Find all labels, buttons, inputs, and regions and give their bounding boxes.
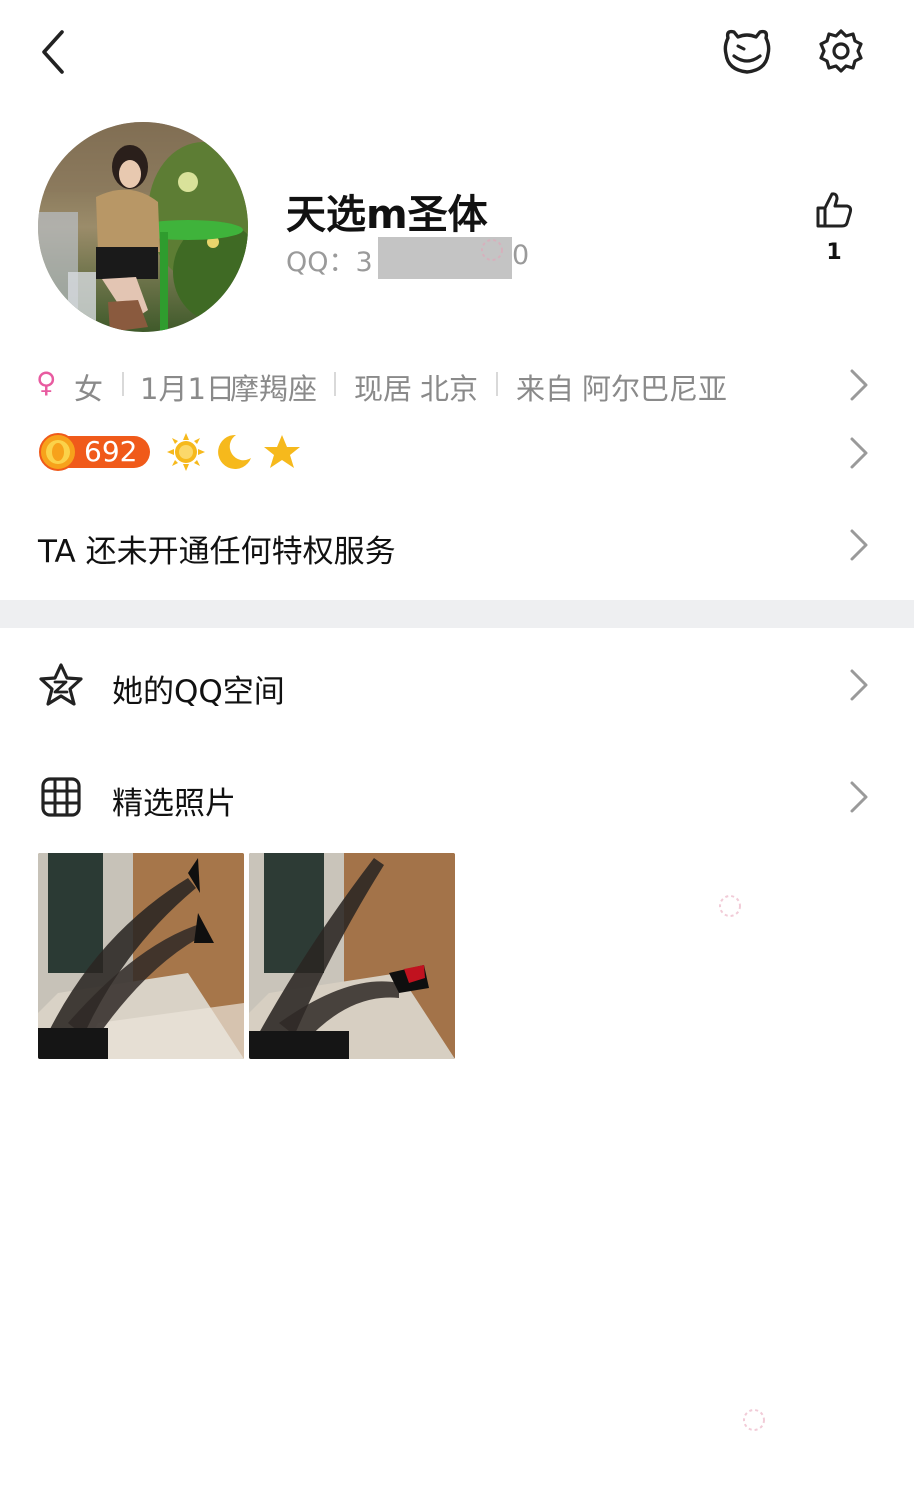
section-divider <box>0 600 914 628</box>
gender-text: 女 <box>74 372 104 406</box>
grid-icon <box>41 777 81 817</box>
hometown: 阿尔巴尼亚 <box>582 372 728 406</box>
chevron-right-icon <box>848 780 870 814</box>
privilege-text: TA 还未开通任何特权服务 <box>38 534 396 570</box>
avatar-photo <box>38 122 248 332</box>
chevron-right-icon <box>848 668 870 702</box>
star-icon <box>264 435 300 468</box>
thumbs-up-icon <box>816 192 853 228</box>
profile-info-row[interactable]: ♀ 女 1月1日 摩羯座 现居 北京 来自 阿尔巴尼亚 <box>0 356 914 416</box>
level-row[interactable]: 692 <box>0 426 914 482</box>
photo-image <box>38 853 244 1059</box>
photo-image <box>249 853 455 1059</box>
crown-coin-icon <box>39 433 77 471</box>
privilege-row[interactable]: TA 还未开通任何特权服务 <box>0 516 914 576</box>
birthday: 1月1日 <box>140 372 235 406</box>
featured-photos-label: 精选照片 <box>112 786 236 822</box>
chevron-left-icon <box>42 30 64 74</box>
gear-icon <box>819 29 863 73</box>
zodiac: 摩羯座 <box>230 372 318 406</box>
hometown-label: 来自 <box>516 372 575 406</box>
like-button[interactable]: 1 <box>812 188 856 270</box>
chevron-right-icon <box>848 528 870 562</box>
divider <box>496 372 498 396</box>
qzone-row[interactable]: 她的QQ空间 <box>0 654 914 718</box>
moon-icon <box>218 434 251 469</box>
watermark-icon <box>719 895 741 917</box>
back-button[interactable] <box>30 26 78 78</box>
watermark-icon <box>743 1409 765 1431</box>
featured-photos-row[interactable]: 精选照片 <box>0 766 914 830</box>
residence: 北京 <box>420 372 479 406</box>
watermark-icon <box>481 239 503 261</box>
qzone-label: 她的QQ空间 <box>112 674 285 710</box>
like-count: 1 <box>826 240 842 265</box>
sun-icon <box>167 433 205 471</box>
settings-button[interactable] <box>818 28 864 74</box>
qq-number-prefix: QQ：3 <box>286 247 373 278</box>
gender-icon: ♀ <box>36 366 57 399</box>
chevron-right-icon <box>848 436 870 470</box>
pet-button[interactable] <box>722 28 772 76</box>
qq-number-suffix: 0 <box>512 240 530 271</box>
chevron-right-icon <box>848 368 870 402</box>
avatar[interactable] <box>38 122 248 332</box>
residence-label: 现居 <box>354 372 413 406</box>
pet-icon <box>723 29 771 74</box>
qzone-star-icon <box>39 663 83 706</box>
nickname: 天选m圣体 <box>286 192 488 238</box>
divider <box>122 372 124 396</box>
featured-photo[interactable] <box>249 853 455 1059</box>
level-value: 692 <box>84 435 138 468</box>
featured-photo[interactable] <box>38 853 244 1059</box>
divider <box>334 372 336 396</box>
